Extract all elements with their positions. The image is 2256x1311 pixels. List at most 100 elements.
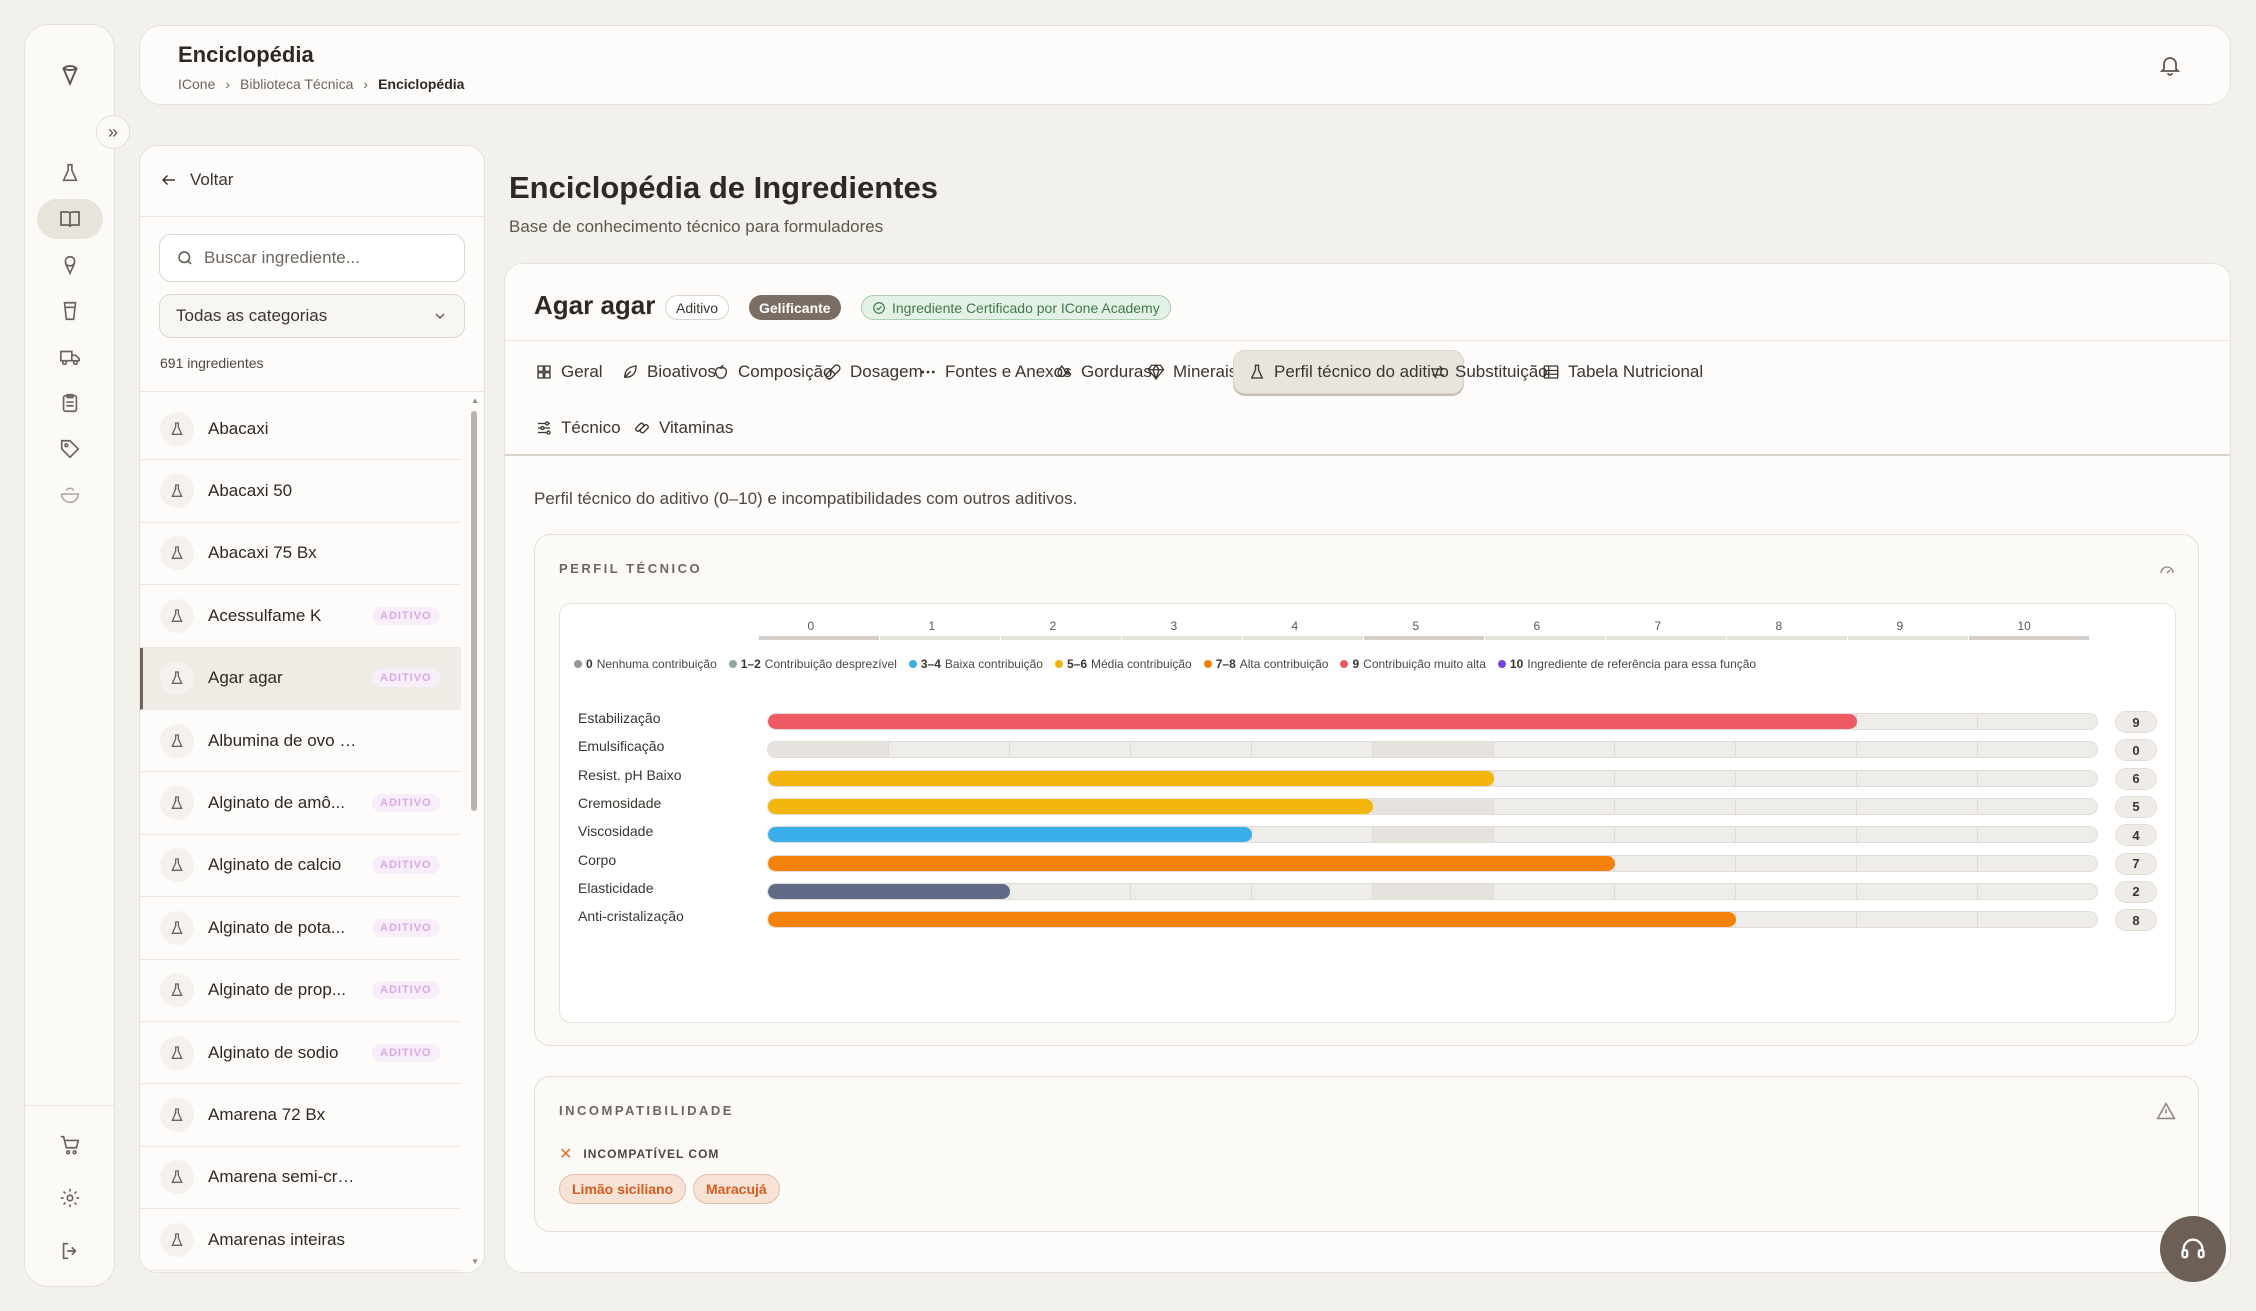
additive-badge: ADITIVO bbox=[372, 794, 440, 813]
list-item[interactable]: Abacaxi 50 bbox=[140, 460, 461, 523]
legend-dot bbox=[1203, 660, 1212, 668]
divider bbox=[140, 216, 484, 217]
ice-cream-icon[interactable] bbox=[37, 245, 103, 285]
logout-icon[interactable] bbox=[37, 1231, 103, 1271]
scroll-up-arrow[interactable]: ▲ bbox=[471, 396, 479, 405]
breadcrumb-item[interactable]: ICone bbox=[178, 76, 215, 92]
bar-label: Anti-cristalização bbox=[578, 908, 684, 925]
additive-badge: ADITIVO bbox=[372, 669, 440, 688]
legend-range: 9 bbox=[1352, 657, 1360, 671]
tab-vitaminas[interactable]: Vitaminas bbox=[619, 406, 747, 450]
legend-label: Ingrediente de referência para essa funç… bbox=[1527, 657, 1757, 671]
scale-segment bbox=[1727, 636, 1847, 640]
swap-icon bbox=[1429, 363, 1447, 381]
leaf-icon bbox=[621, 363, 639, 381]
capsule-icon bbox=[633, 419, 651, 437]
list-item[interactable]: Agar agar ADITIVO bbox=[140, 647, 461, 710]
incompatible-item[interactable]: Maracujá bbox=[693, 1174, 780, 1204]
list-item[interactable]: Alginato de amô... ADITIVO bbox=[140, 772, 461, 835]
list-item[interactable]: Alginato de pota... ADITIVO bbox=[140, 897, 461, 960]
list-item[interactable]: Amarena 72 Bx bbox=[140, 1084, 461, 1147]
legend-range: 10 bbox=[1509, 657, 1524, 671]
bar-grid-cell bbox=[1978, 771, 2097, 786]
book-icon[interactable] bbox=[37, 199, 103, 239]
list-item[interactable]: Acessulfame K ADITIVO bbox=[140, 585, 461, 648]
tab-geral[interactable]: Geral bbox=[521, 350, 617, 394]
additive-badge: ADITIVO bbox=[372, 856, 440, 875]
list-item[interactable]: Alginato de calcio ADITIVO bbox=[140, 835, 461, 898]
incompatibility-section: INCOMPATIBILIDADE ✕ INCOMPATÍVEL COM Lim… bbox=[534, 1076, 2199, 1232]
category-tag: Aditivo bbox=[665, 295, 730, 320]
incompatible-with-heading: ✕ INCOMPATÍVEL COM bbox=[559, 1144, 719, 1164]
tab-label: Técnico bbox=[561, 418, 621, 437]
certified-badge: Ingrediente Certificado por ICone Academ… bbox=[861, 295, 1171, 320]
cup-icon[interactable] bbox=[37, 291, 103, 331]
bar-label: Estabilização bbox=[578, 710, 661, 726]
breadcrumb-item[interactable]: Biblioteca Técnica bbox=[240, 76, 353, 92]
gear-icon[interactable] bbox=[37, 1178, 103, 1218]
category-select[interactable]: Todas as categorias bbox=[159, 294, 465, 338]
breadcrumb-current: Enciclopédia bbox=[378, 76, 465, 92]
list-item-name: Alginato de sodio bbox=[208, 1042, 339, 1062]
bar-grid-cell bbox=[1494, 883, 1615, 899]
bar-grid-cell bbox=[1736, 912, 1857, 928]
legend-item: 9 Contribuição muito alta bbox=[1340, 657, 1486, 671]
bar-fill bbox=[768, 827, 1252, 843]
ingredient-count: 691 ingredientes bbox=[160, 355, 264, 371]
scale-segment bbox=[1364, 636, 1484, 640]
profile-bar-row: Viscosidade 4 bbox=[560, 817, 2177, 847]
list-item-name: Abacaxi bbox=[208, 418, 269, 438]
bar-value: 5 bbox=[2115, 795, 2157, 818]
bar-grid-cell bbox=[1615, 798, 1736, 814]
bar-grid-cell bbox=[1978, 799, 2097, 814]
back-button[interactable]: Voltar bbox=[160, 170, 233, 190]
bar-grid-cell bbox=[1736, 855, 1857, 871]
legend-label: Contribuição muito alta bbox=[1363, 657, 1486, 671]
flask-icon bbox=[160, 598, 194, 633]
bar-value: 6 bbox=[2115, 767, 2157, 790]
bar-grid-cell bbox=[1978, 884, 2097, 899]
truck-icon[interactable] bbox=[37, 337, 103, 377]
x-icon: ✕ bbox=[559, 1146, 574, 1163]
bar-fill bbox=[768, 855, 1615, 871]
bell-icon[interactable] bbox=[2158, 53, 2182, 77]
check-circle-icon bbox=[872, 301, 886, 315]
scrollbar-thumb[interactable] bbox=[471, 411, 477, 811]
bar-track bbox=[767, 854, 2098, 872]
incompatible-item[interactable]: Limão siciliano bbox=[559, 1174, 687, 1204]
support-headset-button[interactable] bbox=[2160, 1216, 2226, 1282]
list-item[interactable]: Albumina de ovo desidratada bbox=[140, 710, 461, 773]
scroll-down-arrow[interactable]: ▼ bbox=[471, 1257, 479, 1266]
expand-sidebar-button[interactable]: » bbox=[96, 115, 130, 149]
category-select-value: Todas as categorias bbox=[176, 306, 328, 325]
top-header: Enciclopédia ICone › Biblioteca Técnica … bbox=[139, 25, 2231, 105]
legend-range: 5–6 bbox=[1066, 657, 1087, 671]
tab-tabela-nutricional[interactable]: Tabela Nutricional bbox=[1528, 350, 1717, 394]
flask-icon bbox=[160, 1160, 194, 1195]
logo-icon[interactable] bbox=[37, 55, 103, 95]
bar-value: 7 bbox=[2115, 852, 2157, 875]
bar-grid-cell bbox=[1494, 742, 1615, 758]
flask-icon bbox=[160, 723, 194, 758]
list-item-name: Abacaxi 50 bbox=[208, 481, 293, 501]
additive-badge: ADITIVO bbox=[372, 606, 440, 625]
list-item[interactable]: Abacaxi bbox=[140, 398, 461, 461]
bar-grid-cell bbox=[889, 742, 1010, 758]
list-item[interactable]: Abacaxi 75 Bx bbox=[140, 523, 461, 586]
profile-bar-row: Anti-cristalização 8 bbox=[560, 902, 2177, 932]
search-box[interactable] bbox=[159, 234, 465, 282]
flask-icon[interactable] bbox=[37, 153, 103, 193]
list-item-name: Alginato de prop... bbox=[208, 980, 346, 1000]
bowl-icon[interactable] bbox=[37, 475, 103, 515]
flask-icon bbox=[160, 1097, 194, 1132]
clipboard-icon[interactable] bbox=[37, 383, 103, 423]
list-item[interactable]: Amarena semi-cristalizada bbox=[140, 1147, 461, 1210]
search-input[interactable] bbox=[204, 248, 454, 268]
cart-icon[interactable] bbox=[37, 1125, 103, 1165]
list-item[interactable]: Alginato de sodio ADITIVO bbox=[140, 1022, 461, 1085]
list-item[interactable]: Alginato de prop... ADITIVO bbox=[140, 960, 461, 1022]
tab-t-cnico[interactable]: Técnico bbox=[521, 406, 635, 450]
scale-segment bbox=[1606, 636, 1726, 640]
tag-icon[interactable] bbox=[37, 429, 103, 469]
list-item[interactable]: Amarenas inteiras bbox=[140, 1209, 461, 1272]
